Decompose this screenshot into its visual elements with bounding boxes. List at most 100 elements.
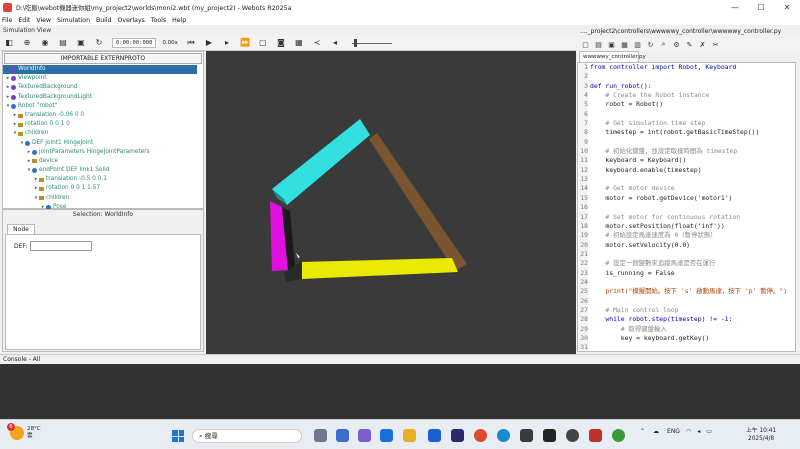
menu-tools[interactable]: Tools <box>151 17 166 24</box>
revert-icon[interactable]: ↻ <box>646 40 655 50</box>
weather-widget[interactable]: 6 28°C 雲 <box>7 423 41 440</box>
3d-viewport[interactable] <box>206 51 576 354</box>
fast-forward-icon[interactable]: ⏩ <box>240 38 250 48</box>
code-line[interactable]: 10 # 初始化鍵盤，並設定取樣時間為 timestep <box>578 147 795 157</box>
widgets-icon[interactable] <box>336 429 349 442</box>
save-all-icon[interactable]: ▥ <box>633 40 642 50</box>
start-button[interactable] <box>172 430 184 442</box>
sound-icon[interactable]: ◂ <box>330 38 340 48</box>
volume-slider[interactable] <box>351 38 392 48</box>
code-line[interactable]: 17 # Set motor for continuous rotation <box>578 212 795 222</box>
code-line[interactable]: 3 def run_robot(): <box>578 81 795 92</box>
code-line[interactable]: 15 motor = robot.getDevice('motor1') <box>578 193 795 204</box>
toggle-scene-tree-icon[interactable]: ◧ <box>4 38 14 48</box>
app-icon-4[interactable] <box>612 429 625 442</box>
code-line[interactable]: 5 robot = Robot() <box>578 100 795 110</box>
cross-compile-icon[interactable]: ✗ <box>698 40 707 50</box>
code-line[interactable]: 20 motor.setVelocity(0.0) <box>578 240 795 250</box>
share-icon[interactable]: ≺ <box>312 38 322 48</box>
def-input[interactable] <box>30 241 92 251</box>
scene-tree-row[interactable]: ▸ TexturedBackground <box>3 83 203 92</box>
step-icon[interactable]: ▶ <box>204 38 214 48</box>
edge-icon[interactable] <box>497 429 510 442</box>
add-node-icon[interactable]: ⊕ <box>22 38 32 48</box>
code-line[interactable]: 13 <box>578 175 795 185</box>
input-language[interactable]: ENG <box>667 428 680 435</box>
menu-simulation[interactable]: Simulation <box>57 17 90 24</box>
code-line[interactable]: 4 # Create the Robot instance <box>578 91 795 101</box>
teams-icon[interactable] <box>380 429 393 442</box>
volume-slider-thumb[interactable] <box>353 38 357 47</box>
code-line[interactable]: 19 # 初始設定馬達速度為 0（暫停狀態） <box>578 231 795 241</box>
scene-tree-row[interactable]: ▾ children <box>3 129 203 138</box>
menu-build[interactable]: Build <box>96 17 112 24</box>
reset-simulation-icon[interactable]: ⏮ <box>186 38 196 48</box>
app-icon-1[interactable] <box>451 429 464 442</box>
code-line[interactable]: 6 <box>578 109 795 120</box>
scene-tree-row[interactable]: ▸ translation -0.06 0 0 <box>3 111 203 120</box>
menu-file[interactable]: File <box>2 17 12 24</box>
scene-tree-row[interactable]: ▸ Viewpoint <box>3 74 203 83</box>
scene-tree-row[interactable]: ▸ jointParameters HingeJointParameters <box>3 148 203 157</box>
clean-cross-icon[interactable]: ✂ <box>711 40 720 50</box>
wifi-icon[interactable]: ◠ <box>686 428 691 435</box>
copilot-icon[interactable] <box>358 429 371 442</box>
scene-tree-row[interactable]: ▸ rotation 0 0 1 1.57 <box>3 184 203 193</box>
tab-node[interactable]: Node <box>7 224 35 234</box>
open-world-icon[interactable]: ▤ <box>58 38 68 48</box>
code-line[interactable]: 31 <box>578 343 795 351</box>
app-icon-2[interactable] <box>520 429 533 442</box>
new-file-icon[interactable]: ▢ <box>581 40 590 50</box>
save-file-icon[interactable]: ▣ <box>607 40 616 50</box>
code-line[interactable]: 9 <box>578 137 795 148</box>
scene-tree-row[interactable]: ▸ WorldInfo <box>3 65 197 75</box>
volume-icon[interactable]: ◂ <box>697 428 700 435</box>
code-line[interactable]: 30 key = keyboard.getKey() <box>578 333 795 344</box>
menu-view[interactable]: View <box>36 17 51 24</box>
code-line[interactable]: 8 timestep = int(robot.getBasicTimeStep(… <box>578 128 795 138</box>
scene-tree-row[interactable]: ▸ translation -0.5 0 0.1 <box>3 175 203 184</box>
code-line[interactable]: 12 keyboard.enable(timestep) <box>578 165 795 176</box>
importable-externproto-button[interactable]: IMPORTABLE EXTERNPROTO <box>4 53 202 64</box>
record-movie-icon[interactable]: ◙ <box>276 38 286 48</box>
scene-tree-row[interactable]: ▾ children <box>3 194 203 203</box>
code-line[interactable]: 18 motor.setPosition(float('inf')) <box>578 221 795 232</box>
code-line[interactable]: 28 while robot.step(timestep) != -1: <box>578 315 795 325</box>
battery-icon[interactable]: ▭ <box>706 428 712 435</box>
scene-tree-row[interactable]: ▸ rotation 0 0 1 0 <box>3 120 203 129</box>
code-line[interactable]: 14 # Get motor device <box>578 184 795 194</box>
task-view-icon[interactable] <box>314 429 327 442</box>
close-button[interactable]: ✕ <box>774 0 800 15</box>
run-realtime-icon[interactable]: ▸ <box>222 38 232 48</box>
save-as-icon[interactable]: ▦ <box>620 40 629 50</box>
code-line[interactable]: 29 # 取得鍵盤輸入 <box>578 324 795 334</box>
editor-file-tab[interactable]: wwwwwy_controller.py <box>579 51 646 62</box>
find-icon[interactable]: ⌕ <box>659 40 668 50</box>
chrome-icon[interactable] <box>474 429 487 442</box>
console-output[interactable] <box>0 364 800 419</box>
scene-tree-row[interactable]: ▾ DEF joint1 HingeJoint <box>3 139 203 148</box>
visibility-eye-icon[interactable]: ◉ <box>40 38 50 48</box>
code-line[interactable]: 2 <box>578 72 795 82</box>
save-world-icon[interactable]: ▣ <box>76 38 86 48</box>
code-line[interactable]: 27 # Main control loop <box>578 305 795 316</box>
code-line[interactable]: 26 <box>578 296 795 306</box>
code-line[interactable]: 7 # Get simulation time step <box>578 119 795 129</box>
code-editor[interactable]: 1 from controller import Robot, Keyboard 2… <box>577 62 796 352</box>
scene-tree-row[interactable]: ▸ device <box>3 157 203 166</box>
scene-tree-row[interactable]: ▸ TexturedBackgroundLight <box>3 93 203 102</box>
tray-expand-icon[interactable]: ⌃ <box>640 428 645 435</box>
file-explorer-icon[interactable] <box>403 429 416 442</box>
terminal-icon[interactable] <box>543 429 556 442</box>
build-icon[interactable]: ⚙ <box>672 40 681 50</box>
code-line[interactable]: 25 print("模擬開始。按下 's' 啟動馬達，按下 'p' 暫停。") <box>578 287 795 297</box>
webots-taskbar-icon[interactable] <box>589 429 602 442</box>
dropbox-icon[interactable] <box>428 429 441 442</box>
menu-help[interactable]: Help <box>172 17 186 24</box>
code-line[interactable]: 16 <box>578 203 795 213</box>
system-clock[interactable]: 上午 10:41 2025/4/8 <box>746 427 776 443</box>
cloud-icon[interactable]: ☁ <box>653 428 659 435</box>
animation-icon[interactable]: ▦ <box>294 38 304 48</box>
code-line[interactable]: 22 # 設定一個變數來追蹤馬達是否在運行 <box>578 259 795 269</box>
scene-tree-row[interactable]: ▾ Robot "robot" <box>3 102 203 111</box>
